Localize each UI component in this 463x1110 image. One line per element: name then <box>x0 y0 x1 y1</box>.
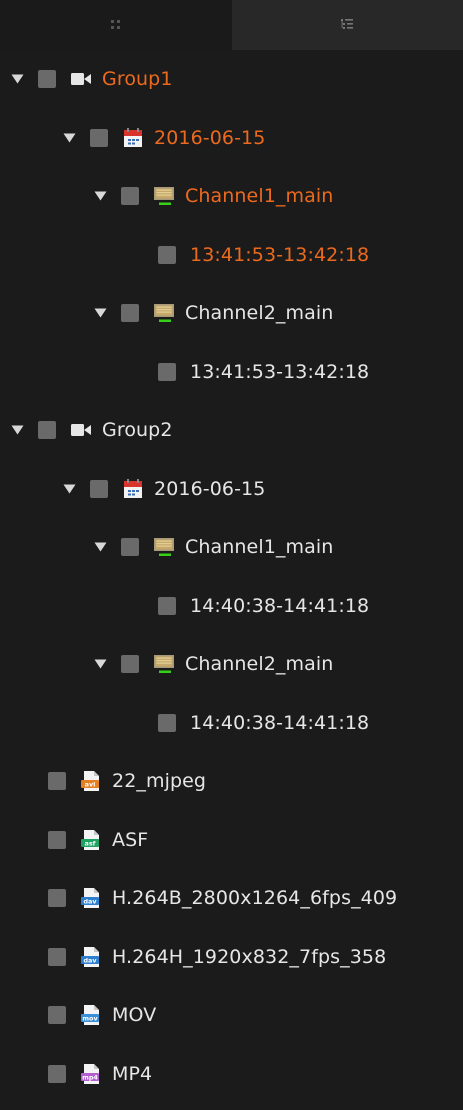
tree-channel[interactable]: Channel2_main <box>0 635 463 694</box>
checkbox[interactable] <box>158 596 176 615</box>
view-tab-bar <box>0 0 463 50</box>
tree-item-label: 13:41:53-13:42:18 <box>190 360 370 383</box>
svg-text:mov: mov <box>82 1015 98 1023</box>
tree-file[interactable]: avi 22_mjpeg <box>0 752 463 811</box>
tree-group[interactable]: Group2 <box>0 401 463 460</box>
expand-arrow-icon[interactable] <box>11 73 24 86</box>
tree-item-label: 22_mjpeg <box>112 770 207 793</box>
mov-file-icon: mov <box>80 1004 102 1026</box>
checkbox[interactable] <box>38 421 56 440</box>
checkbox[interactable] <box>48 772 66 791</box>
expand-arrow-icon[interactable] <box>63 131 76 144</box>
tree-item-label: ASF <box>112 828 149 851</box>
checkbox[interactable] <box>121 304 139 323</box>
tree-item-label: Group2 <box>102 419 173 442</box>
tree-date[interactable]: 2016-06-15 <box>0 460 463 519</box>
tree-file[interactable]: mov MOV <box>0 986 463 1045</box>
tree-channel[interactable]: Channel1_main <box>0 167 463 226</box>
tree-list-icon <box>340 18 354 32</box>
checkbox[interactable] <box>121 655 139 674</box>
tree-item-label: 2016-06-15 <box>154 126 266 149</box>
tree-item-label: 2016-06-15 <box>154 477 266 500</box>
checkbox[interactable] <box>90 128 108 147</box>
tree-item-label: H.264H_1920x832_7fps_358 <box>112 945 387 968</box>
tree-item-label: Channel1_main <box>185 536 334 559</box>
tree-item-label: Channel2_main <box>185 302 334 325</box>
checkbox[interactable] <box>158 245 176 264</box>
calendar-icon <box>122 478 144 500</box>
tree-item-label: 14:40:38-14:41:18 <box>190 594 370 617</box>
channel-monitor-icon <box>153 302 175 324</box>
tree-clip[interactable]: 13:41:53-13:42:18 <box>0 343 463 402</box>
tree-item-label: MOV <box>112 1004 157 1027</box>
expand-arrow-icon[interactable] <box>11 424 24 437</box>
tree-clip[interactable]: 14:40:38-14:41:18 <box>0 694 463 753</box>
camera-icon <box>70 68 92 90</box>
svg-text:avi: avi <box>85 781 96 789</box>
dav-file-icon: dav <box>80 946 102 968</box>
tree-item-label: Channel2_main <box>185 653 334 676</box>
tree-channel[interactable]: Channel1_main <box>0 518 463 577</box>
svg-text:asf: asf <box>85 839 96 847</box>
checkbox[interactable] <box>90 479 108 498</box>
tree-date[interactable]: 2016-06-15 <box>0 109 463 168</box>
grid-view-tab[interactable] <box>0 0 232 50</box>
avi-file-icon: avi <box>80 770 102 792</box>
tree-clip[interactable]: 14:40:38-14:41:18 <box>0 577 463 636</box>
mp4-file-icon: mp4 <box>80 1063 102 1085</box>
checkbox[interactable] <box>121 538 139 557</box>
channel-monitor-icon <box>153 536 175 558</box>
channel-monitor-icon <box>153 185 175 207</box>
expand-arrow-icon[interactable] <box>94 307 107 320</box>
tree-file[interactable]: mp4 MP4 <box>0 1045 463 1104</box>
grid-icon <box>110 19 122 31</box>
list-view-tab[interactable] <box>231 0 463 50</box>
svg-text:dav: dav <box>83 898 97 906</box>
expand-arrow-icon[interactable] <box>94 541 107 554</box>
expand-arrow-icon[interactable] <box>94 658 107 671</box>
file-tree: Group1 2016-06-15 Channel1_main 13:41:53-13… <box>0 50 463 1103</box>
calendar-icon <box>122 127 144 149</box>
checkbox[interactable] <box>48 889 66 908</box>
channel-monitor-icon <box>153 653 175 675</box>
tree-item-label: Channel1_main <box>185 185 334 208</box>
tree-item-label: H.264B_2800x1264_6fps_409 <box>112 887 398 910</box>
svg-text:mp4: mp4 <box>82 1073 98 1081</box>
expand-arrow-icon[interactable] <box>63 482 76 495</box>
tree-file[interactable]: dav H.264B_2800x1264_6fps_409 <box>0 869 463 928</box>
asf-file-icon: asf <box>80 829 102 851</box>
checkbox[interactable] <box>158 362 176 381</box>
camera-icon <box>70 419 92 441</box>
tree-item-label: MP4 <box>112 1062 153 1085</box>
checkbox[interactable] <box>158 713 176 732</box>
checkbox[interactable] <box>48 1006 66 1025</box>
svg-text:dav: dav <box>83 956 97 964</box>
tree-file[interactable]: dav H.264H_1920x832_7fps_358 <box>0 928 463 987</box>
checkbox[interactable] <box>48 830 66 849</box>
checkbox[interactable] <box>48 1064 66 1083</box>
expand-arrow-icon[interactable] <box>94 190 107 203</box>
checkbox[interactable] <box>38 70 56 89</box>
tree-group[interactable]: Group1 <box>0 50 463 109</box>
tree-clip[interactable]: 13:41:53-13:42:18 <box>0 226 463 285</box>
tree-file[interactable]: asf ASF <box>0 811 463 870</box>
dav-file-icon: dav <box>80 887 102 909</box>
tree-item-label: Group1 <box>102 68 173 91</box>
tree-channel[interactable]: Channel2_main <box>0 284 463 343</box>
tree-item-label: 14:40:38-14:41:18 <box>190 711 370 734</box>
checkbox[interactable] <box>48 947 66 966</box>
tree-item-label: 13:41:53-13:42:18 <box>190 243 370 266</box>
checkbox[interactable] <box>121 187 139 206</box>
